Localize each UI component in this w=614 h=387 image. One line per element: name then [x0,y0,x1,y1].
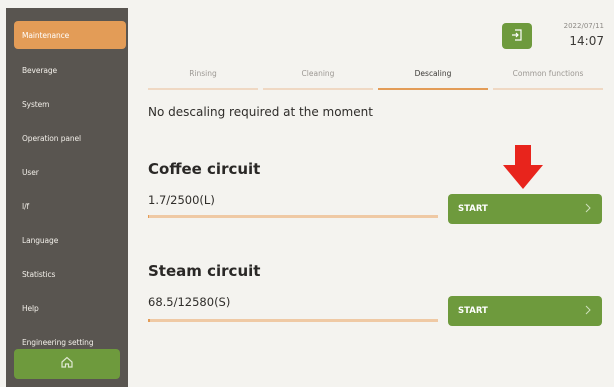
sidebar-item-maintenance[interactable]: Maintenance [14,21,126,49]
coffee-circuit-value: 1.7/2500(L) [148,193,215,207]
exit-button[interactable] [502,23,532,49]
sidebar-item-statistics[interactable]: Statistics [14,260,126,288]
date-display: 2022/07/11 [563,22,604,30]
home-button[interactable] [14,349,120,379]
time-display: 14:07 [569,34,604,48]
sidebar-item-system[interactable]: System [14,90,126,118]
steam-circuit-start-button[interactable]: START [448,296,602,326]
home-icon [59,354,75,374]
steam-circuit-value: 68.5/12580(S) [148,295,231,309]
chevron-right-icon [584,203,592,216]
tab-bar: Rinsing Cleaning Descaling Common functi… [148,66,608,90]
screen: Maintenance Beverage System Operation pa… [0,0,614,387]
sidebar-item-if[interactable]: I/f [14,192,126,220]
sidebar-item-language[interactable]: Language [14,226,126,254]
sidebar-item-user[interactable]: User [14,158,126,186]
steam-circuit-progress-bar [148,319,438,322]
coffee-circuit-title: Coffee circuit [148,160,261,178]
exit-icon [510,27,524,46]
coffee-circuit-progress-fill [148,215,150,218]
coffee-circuit-start-button[interactable]: START [448,194,602,224]
sidebar-item-help[interactable]: Help [14,294,126,322]
tab-descaling[interactable]: Descaling [378,66,488,90]
status-message: No descaling required at the moment [148,105,373,119]
arrow-down-icon [498,143,548,193]
sidebar: Maintenance Beverage System Operation pa… [6,8,128,387]
tab-cleaning[interactable]: Cleaning [263,66,373,90]
sidebar-item-beverage[interactable]: Beverage [14,56,126,84]
start-label: START [458,204,488,214]
tab-common-functions[interactable]: Common functions [493,66,603,90]
steam-circuit-progress-fill [148,319,150,322]
start-label: START [458,306,488,316]
steam-circuit-title: Steam circuit [148,262,261,280]
coffee-circuit-progress-bar [148,215,438,218]
sidebar-item-operation-panel[interactable]: Operation panel [14,124,126,152]
main-panel: 2022/07/11 14:07 Rinsing Cleaning Descal… [128,8,614,387]
chevron-right-icon [584,305,592,318]
tab-rinsing[interactable]: Rinsing [148,66,258,90]
